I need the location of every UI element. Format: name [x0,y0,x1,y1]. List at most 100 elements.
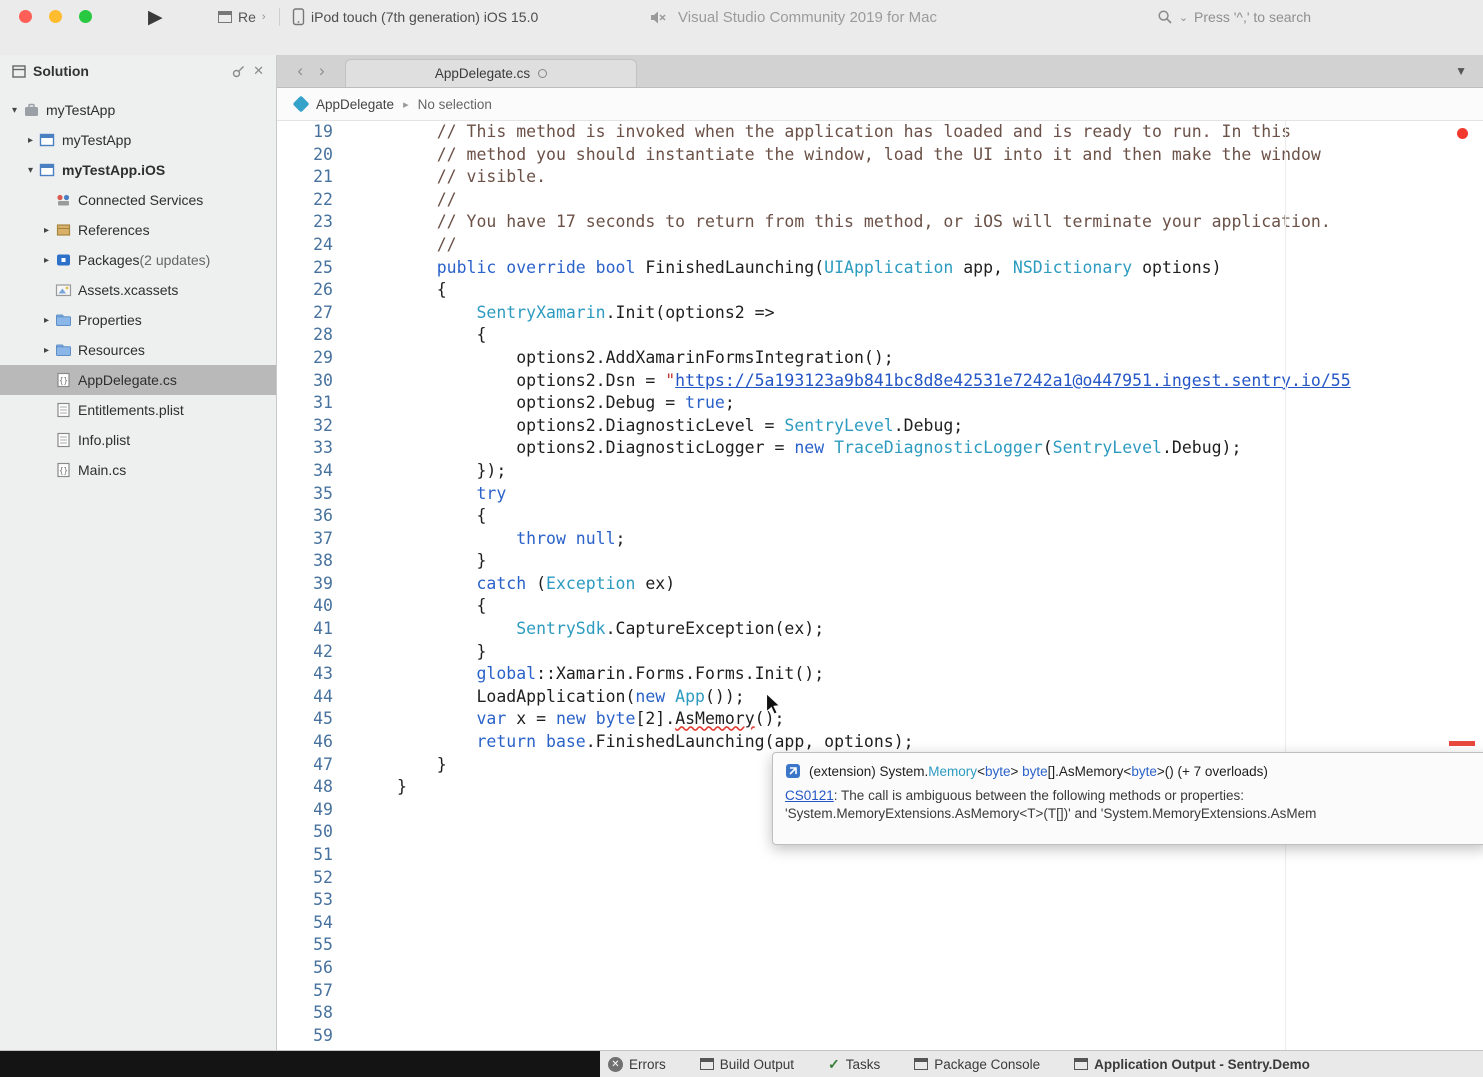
code-line[interactable]: 20 // method you should instantiate the … [277,144,1483,167]
line-number[interactable]: 31 [277,392,349,415]
disclosure-closed-icon[interactable]: ▸ [38,225,55,236]
code-line[interactable]: 54 [277,912,1483,935]
line-number[interactable]: 35 [277,483,349,506]
line-number[interactable]: 36 [277,505,349,528]
line-number[interactable]: 24 [277,234,349,257]
code-line[interactable]: 34 }); [277,460,1483,483]
close-pad-button[interactable]: ✕ [253,63,264,79]
search-field[interactable]: ⌄ Press '^,' to search [1157,6,1311,28]
code-line[interactable]: 24 // [277,234,1483,257]
code-line[interactable]: 23 // You have 17 seconds to return from… [277,211,1483,234]
tree-item-entitlements-plist[interactable]: Entitlements.plist [0,395,276,425]
line-number[interactable]: 41 [277,618,349,641]
tree-item-project-mytestapp-ios[interactable]: ▾ myTestApp.iOS [0,155,276,185]
line-number[interactable]: 33 [277,437,349,460]
code-line[interactable]: 40 { [277,595,1483,618]
line-number[interactable]: 23 [277,211,349,234]
tree-item-assets-xcassets[interactable]: Assets.xcassets [0,275,276,305]
line-number[interactable]: 58 [277,1002,349,1025]
line-number[interactable]: 52 [277,867,349,890]
tree-item-properties[interactable]: ▸ Properties [0,305,276,335]
code-line[interactable]: 27 SentryXamarin.Init(options2 => [277,302,1483,325]
code-line[interactable]: 51 [277,844,1483,867]
code-line[interactable]: 38 } [277,550,1483,573]
code-line[interactable]: 39 catch (Exception ex) [277,573,1483,596]
line-number[interactable]: 42 [277,641,349,664]
code-line[interactable]: 44 LoadApplication(new App()); [277,686,1483,709]
line-number[interactable]: 27 [277,302,349,325]
tree-item-connected-services[interactable]: Connected Services [0,185,276,215]
code-line[interactable]: 52 [277,867,1483,890]
code-line[interactable]: 21 // visible. [277,166,1483,189]
line-number[interactable]: 46 [277,731,349,754]
traffic-light-close-button[interactable] [19,10,32,23]
code-line[interactable]: 36 { [277,505,1483,528]
line-number[interactable]: 20 [277,144,349,167]
disclosure-closed-icon[interactable]: ▸ [38,345,55,356]
line-number[interactable]: 32 [277,415,349,438]
tree-item-packages[interactable]: ▸ Packages (2 updates) [0,245,276,275]
code-line[interactable]: 42 } [277,641,1483,664]
disclosure-closed-icon[interactable]: ▸ [38,315,55,326]
tree-item-main-cs[interactable]: {} Main.cs [0,455,276,485]
disclosure-open-icon[interactable]: ▾ [6,105,23,116]
tab-list-dropdown[interactable]: ▼ [1455,64,1483,78]
navigate-back-button[interactable]: ‹ [297,61,303,81]
breadcrumb-type[interactable]: AppDelegate [316,97,394,112]
line-number[interactable]: 19 [277,121,349,144]
tree-item-info-plist[interactable]: Info.plist [0,425,276,455]
code-line[interactable]: 32 options2.DiagnosticLevel = SentryLeve… [277,415,1483,438]
line-number[interactable]: 57 [277,980,349,1003]
pad-button-tasks[interactable]: ✓ Tasks [828,1056,880,1073]
line-number[interactable]: 22 [277,189,349,212]
line-number[interactable]: 30 [277,370,349,393]
code-line[interactable]: 57 [277,980,1483,1003]
line-number[interactable]: 38 [277,550,349,573]
code-line[interactable]: 45 var x = new byte[2].AsMemory(); [277,708,1483,731]
code-line[interactable]: 33 options2.DiagnosticLogger = new Trace… [277,437,1483,460]
line-number[interactable]: 29 [277,347,349,370]
error-code-link[interactable]: CS0121 [785,788,834,803]
line-number[interactable]: 56 [277,957,349,980]
line-number[interactable]: 50 [277,821,349,844]
pad-button-application-output[interactable]: Application Output - Sentry.Demo [1074,1057,1310,1072]
line-number[interactable]: 45 [277,708,349,731]
navigate-forward-button[interactable]: › [319,61,325,81]
code-line[interactable]: 56 [277,957,1483,980]
code-line[interactable]: 19 // This method is invoked when the ap… [277,121,1483,144]
line-number[interactable]: 59 [277,1025,349,1048]
device-selector[interactable]: iPod touch (7th generation) iOS 15.0 [292,6,538,28]
code-line[interactable]: 58 [277,1002,1483,1025]
code-line[interactable]: 28 { [277,324,1483,347]
line-number[interactable]: 40 [277,595,349,618]
line-number[interactable]: 34 [277,460,349,483]
tree-item-solution-mytestapp[interactable]: ▾ myTestApp [0,95,276,125]
line-number[interactable]: 44 [277,686,349,709]
line-number[interactable]: 47 [277,754,349,777]
code-line[interactable]: 43 global::Xamarin.Forms.Forms.Init(); [277,663,1483,686]
code-line[interactable]: 35 try [277,483,1483,506]
line-number[interactable]: 54 [277,912,349,935]
line-number[interactable]: 37 [277,528,349,551]
disclosure-closed-icon[interactable]: ▸ [38,255,55,266]
pad-button-build-output[interactable]: Build Output [700,1057,794,1072]
run-button[interactable]: ▶ [148,6,163,28]
pin-pad-button[interactable] [231,64,246,79]
line-number[interactable]: 53 [277,889,349,912]
line-number[interactable]: 21 [277,166,349,189]
breadcrumb-member[interactable]: No selection [418,97,492,112]
tree-item-resources[interactable]: ▸ Resources [0,335,276,365]
line-number[interactable]: 51 [277,844,349,867]
tree-item-appdelegate-cs[interactable]: {} AppDelegate.cs [0,365,276,395]
traffic-light-minimize-button[interactable] [49,10,62,23]
code-line[interactable]: 59 [277,1025,1483,1048]
line-number[interactable]: 49 [277,799,349,822]
line-number[interactable]: 28 [277,324,349,347]
code-line[interactable]: 22 // [277,189,1483,212]
line-number[interactable]: 55 [277,934,349,957]
line-number[interactable]: 26 [277,279,349,302]
line-number[interactable]: 25 [277,257,349,280]
code-line[interactable]: 46 return base.FinishedLaunching(app, op… [277,731,1483,754]
line-number[interactable]: 48 [277,776,349,799]
code-line[interactable]: 41 SentrySdk.CaptureException(ex); [277,618,1483,641]
